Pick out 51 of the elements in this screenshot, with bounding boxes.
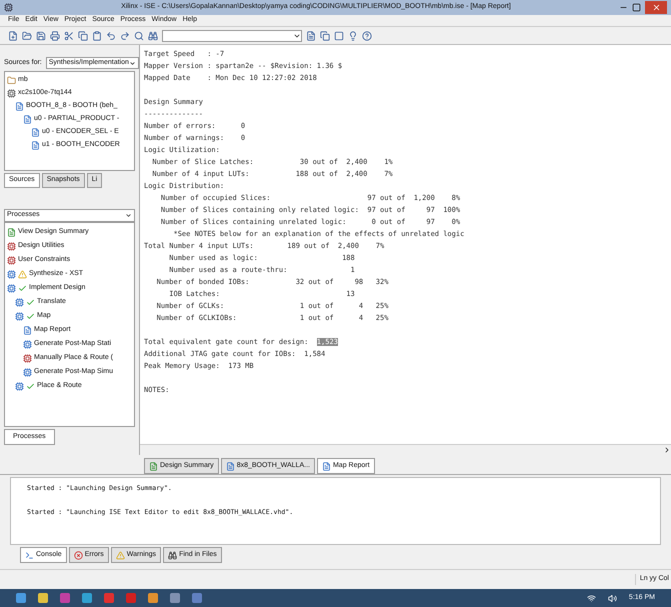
- copy-icon[interactable]: [320, 30, 330, 40]
- document-icon: [23, 115, 32, 124]
- app-icon: [4, 3, 13, 12]
- process-icon: [23, 368, 32, 376]
- process-icon: [23, 340, 32, 348]
- taskbar-app-icon[interactable]: [148, 593, 158, 603]
- maximize-icon: [632, 3, 641, 12]
- printer-icon[interactable]: [50, 30, 60, 40]
- search-icon[interactable]: [134, 30, 144, 40]
- document-icon[interactable]: [306, 30, 316, 40]
- undo-icon[interactable]: [106, 30, 116, 40]
- close-button[interactable]: [645, 1, 667, 14]
- binoculars-icon[interactable]: [148, 30, 158, 40]
- warning-icon: [116, 550, 125, 560]
- cut-icon[interactable]: [64, 30, 74, 40]
- error-icon: [74, 550, 83, 560]
- summary-icon: [7, 228, 16, 236]
- report-icon: [322, 462, 331, 470]
- tool-icon: [7, 256, 16, 264]
- process-icon: [7, 270, 16, 278]
- process-icon: [15, 312, 24, 320]
- taskbar-app-icon[interactable]: [38, 593, 48, 603]
- speaker-icon: [608, 594, 617, 602]
- report-icon: [23, 326, 32, 334]
- tool-icon: [7, 242, 16, 250]
- chip-icon: [7, 89, 16, 98]
- folder-icon: [7, 76, 16, 85]
- summary-icon: [149, 462, 158, 470]
- copy-icon[interactable]: [78, 30, 88, 40]
- folder-icon[interactable]: [22, 30, 32, 40]
- lightbulb-icon[interactable]: [348, 30, 358, 40]
- document-icon: [15, 102, 24, 111]
- console-icon: [25, 550, 34, 560]
- horizontal-scrollbar[interactable]: [140, 444, 671, 455]
- tool-icon: [23, 354, 32, 362]
- process-icon: [15, 298, 24, 306]
- network-icon: [586, 594, 596, 602]
- process-icon: [7, 284, 16, 292]
- help-icon[interactable]: [362, 30, 372, 40]
- redo-icon[interactable]: [120, 30, 130, 40]
- close-icon: [652, 3, 660, 12]
- new-file-icon[interactable]: [8, 30, 18, 40]
- window-icon[interactable]: [334, 30, 344, 40]
- paste-icon[interactable]: [92, 30, 102, 40]
- save-icon[interactable]: [36, 30, 46, 40]
- source-file-icon: [226, 462, 235, 470]
- binoculars-icon: [168, 550, 178, 560]
- document-icon: [31, 141, 40, 150]
- toolbar-combobox[interactable]: [162, 30, 302, 42]
- process-icon: [15, 382, 24, 390]
- document-icon: [31, 128, 40, 137]
